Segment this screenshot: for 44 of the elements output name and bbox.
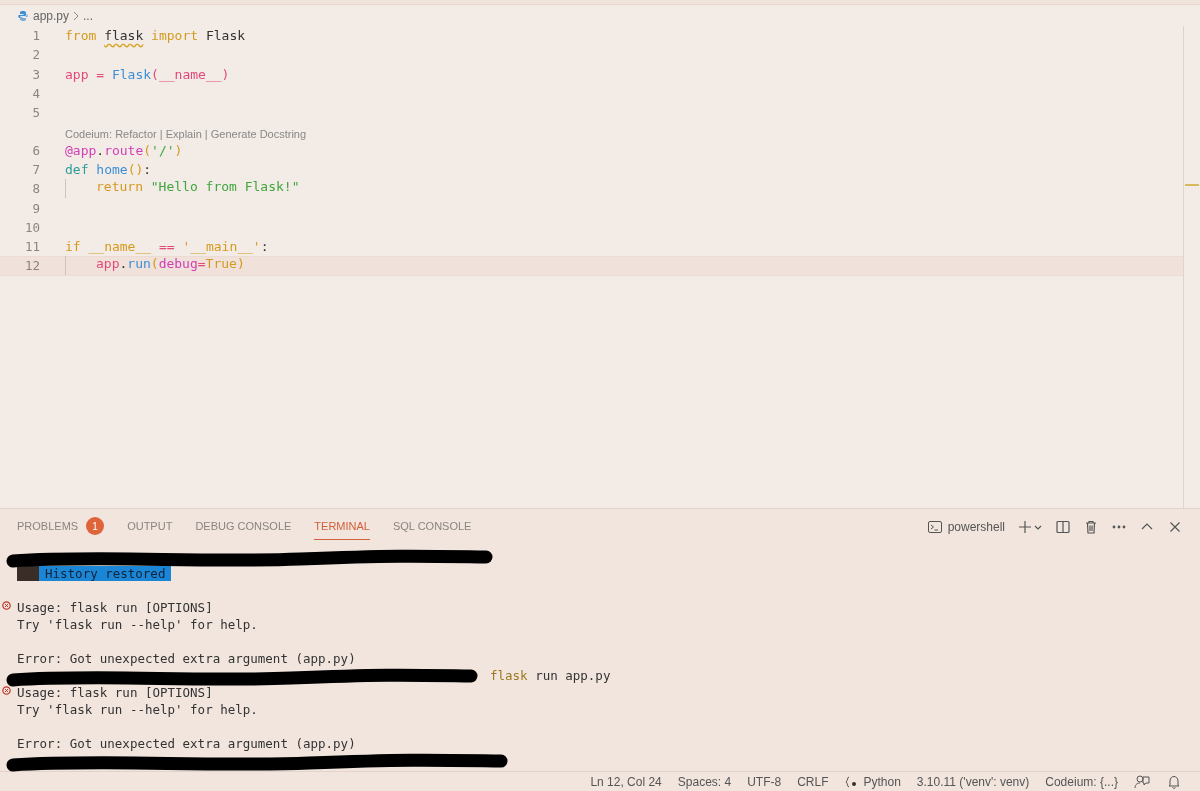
code-line: @app.route('/'): [65, 142, 183, 158]
line-number: 9: [31, 200, 40, 216]
shell-selector[interactable]: powershell: [926, 518, 1005, 535]
codelens-actions[interactable]: Codeium: Refactor | Explain | Generate Docstring: [65, 128, 307, 141]
history-notice: History restored: [17, 566, 172, 581]
line-number: 2: [31, 47, 40, 63]
terminal-text: Error: Got unexpected extra argument (app.py): [17, 736, 356, 751]
code-line: app.run(debug=True): [65, 256, 245, 276]
panel-tab[interactable]: PROBLEMS 1: [17, 513, 105, 540]
panel-tab[interactable]: TERMINAL: [314, 513, 370, 540]
status-item[interactable]: 3.10.11 ('venv': venv): [916, 774, 1030, 789]
status-item[interactable]: CRLF: [797, 774, 829, 789]
code-line: app = Flask(__name__): [65, 66, 230, 82]
terminal-text: Try 'flask run --help' for help.: [17, 617, 258, 632]
line-number: 11: [23, 239, 40, 255]
terminal-text: Usage: flask run [OPTIONS]: [17, 685, 213, 700]
terminal-text: Usage: flask run [OPTIONS]: [17, 600, 213, 615]
line-number: 7: [31, 161, 40, 177]
line-number: 5: [31, 105, 40, 121]
terminal-text: Try 'flask run --help' for help.: [17, 702, 258, 717]
breadcrumb-more[interactable]: ...: [83, 8, 94, 23]
code-line: from flask import Flask: [65, 28, 246, 44]
status-item[interactable]: UTF-8: [747, 774, 782, 789]
line-number: 1: [31, 28, 40, 44]
problem-count-badge: 1: [86, 517, 105, 535]
line-number: 10: [23, 219, 40, 235]
status-item[interactable]: Python: [844, 774, 901, 789]
line-number: 6: [31, 142, 40, 158]
line-number: 8: [31, 181, 40, 197]
status-item[interactable]: Spaces: 4: [677, 774, 732, 789]
panel-tab[interactable]: DEBUG CONSOLE: [195, 513, 292, 540]
code-line: if __name__ == '__main__':: [65, 239, 269, 255]
terminal-text: Error: Got unexpected extra argument (app.py): [17, 651, 356, 666]
code-line: def home():: [65, 161, 152, 177]
line-number: 12: [23, 258, 40, 274]
code-line: return "Hello from Flask!": [65, 179, 300, 199]
terminal-text: flask run app.py: [490, 668, 611, 683]
line-number: 3: [31, 66, 40, 82]
status-item[interactable]: Codeium: {...}: [1045, 774, 1118, 789]
status-item[interactable]: Ln 12, Col 24: [590, 774, 662, 789]
breadcrumb-file[interactable]: app.py: [33, 8, 70, 23]
panel-tab[interactable]: OUTPUT: [127, 513, 173, 540]
panel-tab[interactable]: SQL CONSOLE: [392, 513, 472, 540]
line-number: 4: [31, 86, 40, 102]
